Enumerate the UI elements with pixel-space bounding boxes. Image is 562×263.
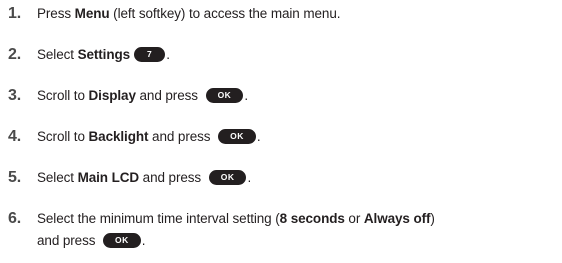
step-text-part: (left softkey) to access the main menu. bbox=[109, 6, 341, 21]
step-text-part: Scroll to bbox=[37, 129, 89, 144]
step-text-part: Select the minimum time interval setting… bbox=[37, 211, 280, 226]
step-text-part: Select bbox=[37, 47, 78, 62]
ok-key-icon: OK bbox=[218, 128, 256, 144]
step-text-part: Scroll to bbox=[37, 88, 89, 103]
always-off-label: Always off bbox=[363, 211, 431, 226]
step-text-part: . bbox=[141, 233, 146, 248]
ok-key-icon: OK bbox=[103, 232, 141, 248]
ok-key-icon: OK bbox=[205, 87, 244, 103]
backlight-label: Backlight bbox=[88, 129, 149, 144]
step-1: 1. Press Menu (left softkey) to access t… bbox=[0, 4, 562, 24]
ok-key-icon: OK bbox=[208, 169, 247, 185]
step-text-part: . bbox=[244, 88, 248, 103]
step-number: 6. bbox=[8, 210, 22, 227]
display-label: Display bbox=[88, 88, 136, 103]
step-3: 3. Scroll to Display and press OK. bbox=[0, 86, 562, 106]
step-number: 4. bbox=[8, 128, 22, 145]
step-text-part: Select bbox=[37, 170, 78, 185]
main-lcd-label: Main LCD bbox=[77, 170, 140, 185]
step-text-continuation: and press OK. bbox=[37, 231, 146, 251]
eight-seconds-label: 8 seconds bbox=[279, 211, 345, 226]
step-text: Select the minimum time interval setting… bbox=[37, 209, 435, 229]
step-text-part: . bbox=[247, 170, 252, 185]
step-text-part: and press bbox=[37, 233, 100, 248]
step-text-part: . bbox=[166, 47, 170, 62]
step-text-part: Press bbox=[37, 6, 75, 21]
step-5: 5. Select Main LCD and press OK. bbox=[0, 168, 562, 188]
step-text: Select Settings 7. bbox=[37, 45, 170, 65]
step-2: 2. Select Settings 7. bbox=[0, 45, 562, 65]
settings-label: Settings bbox=[77, 47, 131, 62]
menu-label: Menu bbox=[74, 6, 110, 21]
step-6: 6. Select the minimum time interval sett… bbox=[0, 209, 562, 257]
instruction-steps: 1. Press Menu (left softkey) to access t… bbox=[0, 0, 562, 263]
step-text-part: ) bbox=[430, 211, 435, 226]
step-text: Scroll to Display and press OK. bbox=[37, 86, 248, 106]
step-text-part: . bbox=[256, 129, 261, 144]
step-number: 5. bbox=[8, 169, 22, 186]
step-text: Scroll to Backlight and press OK. bbox=[37, 127, 261, 147]
step-number: 1. bbox=[8, 5, 22, 22]
step-text-part: or bbox=[344, 211, 364, 226]
step-text: Select Main LCD and press OK. bbox=[37, 168, 251, 188]
step-text-part: and press bbox=[139, 170, 205, 185]
step-text-part: and press bbox=[148, 129, 215, 144]
step-number: 2. bbox=[8, 46, 22, 63]
key-7-icon: 7 bbox=[134, 46, 166, 62]
step-text-part: and press bbox=[135, 88, 202, 103]
step-4: 4. Scroll to Backlight and press OK. bbox=[0, 127, 562, 147]
step-text: Press Menu (left softkey) to access the … bbox=[37, 4, 340, 24]
step-number: 3. bbox=[8, 87, 22, 104]
